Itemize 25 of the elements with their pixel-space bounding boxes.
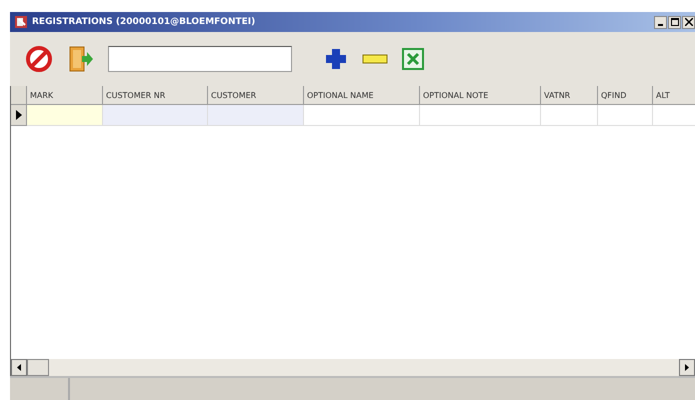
column-header[interactable]: CUSTOMER (208, 86, 304, 105)
scroll-thumb[interactable] (27, 359, 49, 376)
excel-export-button[interactable] (400, 46, 426, 72)
column-header[interactable]: QFIND (598, 86, 653, 105)
cancel-button[interactable] (24, 44, 54, 74)
close-icon (684, 18, 692, 26)
column-header[interactable]: CUSTOMER NR (103, 86, 208, 105)
minimize-button[interactable] (654, 16, 667, 28)
window-title: REGISTRATIONS (20000101@BLOEMFONTEI) (32, 17, 256, 27)
column-header[interactable]: VATNR (541, 86, 598, 105)
maximize-icon (670, 18, 678, 26)
left-arrow-icon (17, 364, 21, 371)
scroll-right-button[interactable] (679, 359, 695, 376)
column-header[interactable]: ALT (653, 86, 695, 105)
maximize-button[interactable] (668, 16, 681, 28)
app-icon (14, 15, 28, 29)
column-header[interactable]: MARK (27, 86, 103, 105)
scroll-left-button[interactable] (11, 359, 27, 376)
search-field[interactable] (108, 46, 292, 72)
horizontal-scrollbar[interactable] (11, 359, 695, 376)
row-header[interactable] (11, 105, 27, 126)
close-button[interactable] (682, 16, 695, 28)
column-header[interactable]: OPTIONAL NAME (304, 86, 420, 105)
column-header[interactable]: OPTIONAL NOTE (420, 86, 541, 105)
right-arrow-icon (685, 364, 689, 371)
